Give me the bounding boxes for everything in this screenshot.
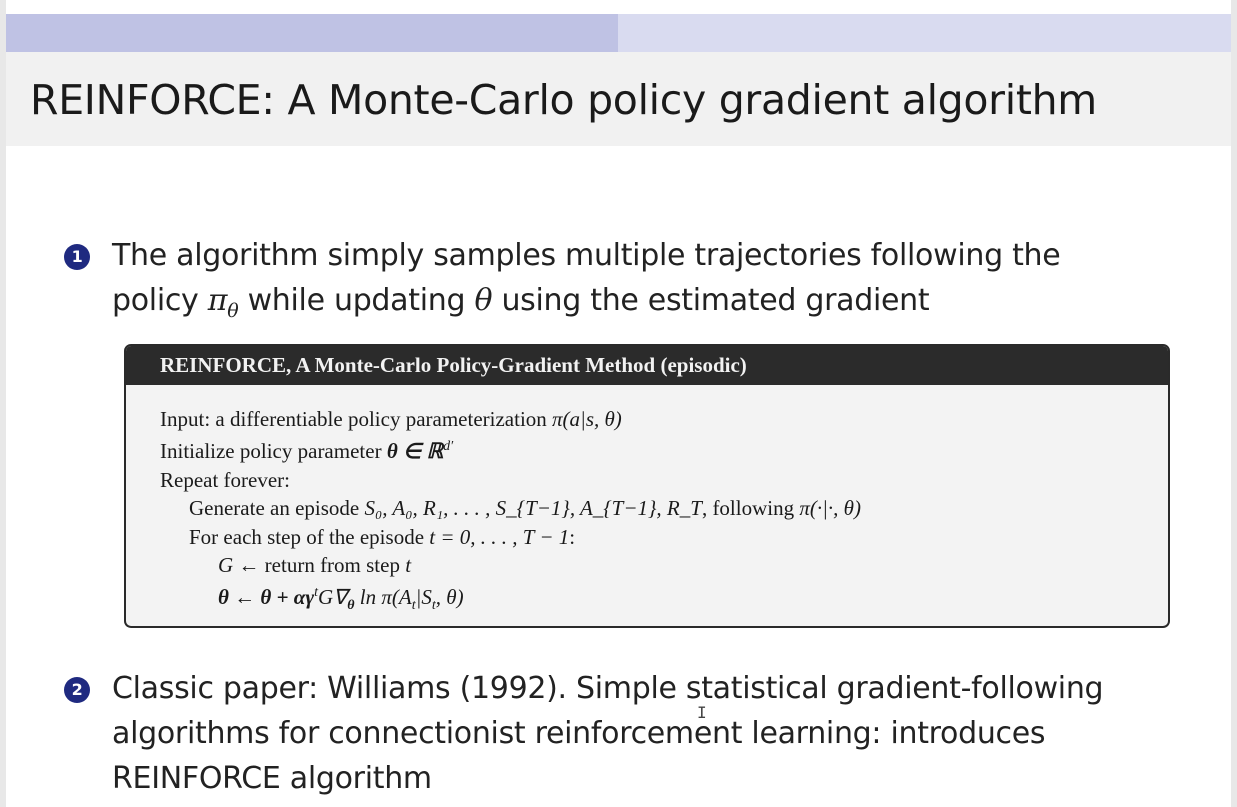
algorithm-line-update: θ ← θ + αγtG∇θ ln π(At|St, θ) <box>218 585 464 614</box>
slide-title: REINFORCE: A Monte-Carlo policy gradient… <box>30 76 1097 124</box>
algorithm-body: Input: a differentiable policy parameter… <box>126 385 1168 621</box>
bullet-number-icon: 2 <box>64 677 90 703</box>
algorithm-line-initialize: Initialize policy parameter θ ∈ ℝd′ <box>160 439 454 464</box>
bullet-number-icon: 1 <box>64 244 90 270</box>
algorithm-line-return: G ← return from step t <box>218 553 412 578</box>
bullet-item-1: 1 The algorithm simply samples multiple … <box>64 233 1061 323</box>
algorithm-line-generate: Generate an episode S₀, A₀, R₁, . . . , … <box>189 496 861 521</box>
bullet-2-line-1: Classic paper: Williams (1992). Simple s… <box>112 671 1104 706</box>
algorithm-line-input: Input: a differentiable policy parameter… <box>160 407 622 431</box>
progress-bar <box>6 14 1231 52</box>
algorithm-line-for-each: For each step of the episode t = 0, . . … <box>189 524 576 549</box>
algorithm-box: REINFORCE, A Monte-Carlo Policy-Gradient… <box>124 344 1170 628</box>
algorithm-line-repeat: Repeat forever: <box>160 467 291 492</box>
bullet-2-line-2: algorithms for connectionist reinforceme… <box>112 716 1046 751</box>
bullet-item-2: 2 Classic paper: Williams (1992). Simple… <box>64 666 1104 801</box>
bullet-1-line-2: policy πθ while updating θ using the est… <box>112 283 930 322</box>
progress-bar-remaining <box>618 14 1231 52</box>
algorithm-header: REINFORCE, A Monte-Carlo Policy-Gradient… <box>126 346 1168 385</box>
text-cursor-icon: I <box>697 703 707 722</box>
bullet-2-line-3: REINFORCE algorithm <box>112 761 432 796</box>
progress-bar-filled <box>6 14 618 52</box>
bullet-1-line-1: The algorithm simply samples multiple tr… <box>112 238 1061 273</box>
